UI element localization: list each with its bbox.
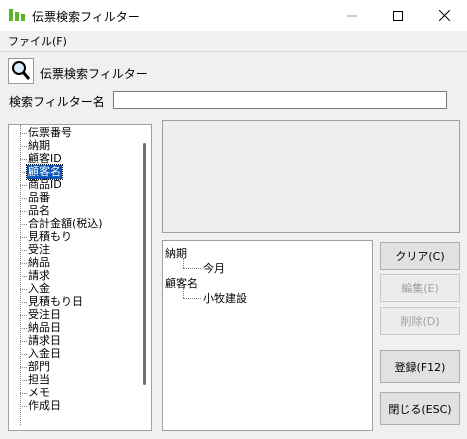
clear-button[interactable]: クリア(C) xyxy=(380,242,460,270)
condition-value[interactable]: 今月 xyxy=(203,260,225,276)
tree-connector-line xyxy=(20,367,27,368)
tree-item[interactable]: 作成日 xyxy=(9,399,139,413)
preview-panel xyxy=(162,120,460,233)
tree-connector-line xyxy=(20,354,27,355)
condition-field[interactable]: 顧客名 xyxy=(165,275,198,291)
tree-connector-line xyxy=(20,302,27,303)
tree-item-label: 受注日 xyxy=(28,308,61,321)
minimize-button[interactable] xyxy=(329,0,375,31)
register-button[interactable]: 登録(F12) xyxy=(380,350,460,383)
tree-connector-line xyxy=(20,198,27,199)
tree-connector-line xyxy=(20,211,27,212)
menu-divider xyxy=(0,51,467,52)
tree-connector-line xyxy=(20,315,27,316)
magnifier-icon xyxy=(8,58,34,84)
tree-connector-line xyxy=(20,263,27,264)
tree-connector-line xyxy=(20,250,27,251)
tree-item-label: 入金日 xyxy=(28,347,61,360)
menu-bar xyxy=(0,31,467,51)
tree-item-label: 請求 xyxy=(28,269,50,282)
tree-connector-line xyxy=(20,172,27,173)
close-esc-button[interactable]: 閉じる(ESC) xyxy=(380,392,460,425)
filter-name-label: 検索フィルター名 xyxy=(9,95,105,109)
minimize-icon xyxy=(347,15,357,16)
tree-item-label: 請求日 xyxy=(28,334,61,347)
tree-scrollbar[interactable] xyxy=(143,143,146,385)
delete-button[interactable]: 削除(D) xyxy=(380,307,460,335)
tree-connector-line xyxy=(20,393,27,394)
tree-connector-line xyxy=(20,133,27,134)
tree-item-label: 見積もり日 xyxy=(28,295,83,308)
tree-connector-line xyxy=(183,298,201,299)
tree-connector-line xyxy=(20,289,27,290)
tree-item-label: 担当 xyxy=(28,373,50,386)
tree-connector-line xyxy=(20,406,27,407)
tree-item-label: 受注 xyxy=(28,243,50,256)
tree-connector-line xyxy=(183,258,184,268)
maximize-button[interactable] xyxy=(375,0,421,31)
tree-connector-line xyxy=(183,288,184,298)
field-tree[interactable]: 伝票番号 納期 顧客ID 顧客名 商品ID 品番 品名 合計金額(税込) 見積もり 受注 納品 請求入… xyxy=(8,124,152,431)
tree-item-label: 納品日 xyxy=(28,321,61,334)
tree-connector-line xyxy=(20,224,27,225)
close-icon xyxy=(438,10,450,21)
tree-item-label: 顧客ID xyxy=(28,152,62,165)
close-button[interactable] xyxy=(421,0,467,31)
tree-item-label: 顧客名 xyxy=(26,164,63,180)
tree-item-label: 合計金額(税込) xyxy=(28,217,103,230)
tree-item-label: 伝票番号 xyxy=(28,126,72,139)
tree-item-label: 見積もり xyxy=(28,230,72,243)
edit-button[interactable]: 編集(E) xyxy=(380,274,460,302)
maximize-icon xyxy=(393,10,403,21)
tree-item-label: 品番 xyxy=(28,191,50,204)
condition-value[interactable]: 小牧建設 xyxy=(203,290,247,306)
tree-connector-line xyxy=(20,328,27,329)
tree-item-label: 納品 xyxy=(28,256,50,269)
tree-connector-line xyxy=(20,276,27,277)
tree-item-label: 納期 xyxy=(28,139,50,152)
tree-connector-line xyxy=(20,185,27,186)
tree-item-label: 作成日 xyxy=(28,399,61,412)
window-title: 伝票検索フィルター xyxy=(32,10,140,24)
header-title: 伝票検索フィルター xyxy=(40,67,148,81)
tree-connector-line xyxy=(20,237,27,238)
condition-tree[interactable]: 納期 今月 顧客名 小牧建設 xyxy=(162,240,373,431)
tree-item-label: 部門 xyxy=(28,360,50,373)
tree-item-label: 入金 xyxy=(28,282,50,295)
tree-item-label: メモ xyxy=(28,386,50,399)
tree-connector-line xyxy=(20,159,27,160)
tree-connector-line xyxy=(20,380,27,381)
menu-file[interactable]: ファイル(F) xyxy=(8,33,67,49)
app-icon xyxy=(9,9,25,21)
tree-item-label: 品名 xyxy=(28,204,50,217)
filter-name-input[interactable] xyxy=(113,91,447,109)
tree-connector-line xyxy=(20,341,27,342)
tree-connector-line xyxy=(20,146,27,147)
tree-connector-line xyxy=(183,268,201,269)
tree-item-label: 商品ID xyxy=(28,178,62,191)
